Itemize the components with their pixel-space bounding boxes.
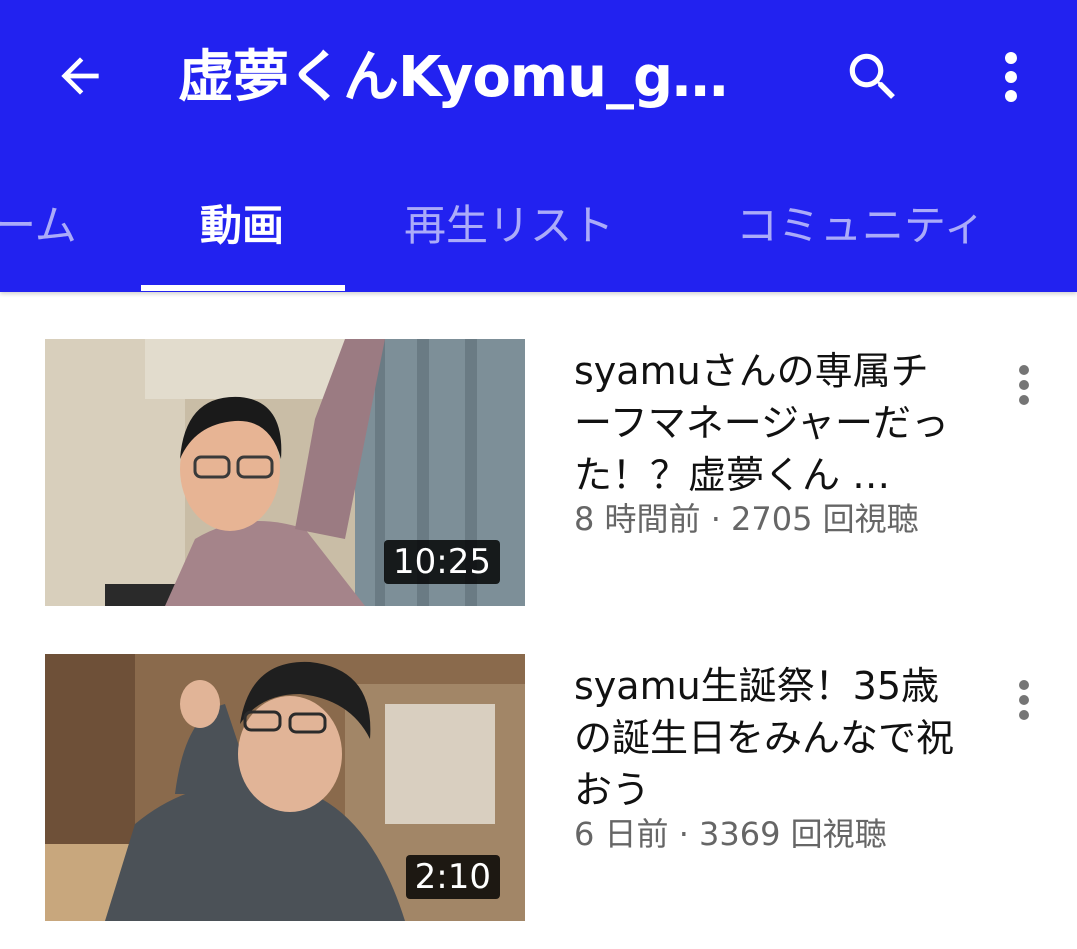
video-list-item[interactable]: 2:10 syamu生誕祭！35歳の誕生日をみんなで祝おう 6 日前 · 336…: [0, 654, 1077, 924]
more-vertical-icon: [1019, 680, 1029, 720]
video-list-item[interactable]: 10:25 syamuさんの専属チーフマネージャーだった！？虚夢くん … 8 時…: [0, 339, 1077, 609]
tab-videos[interactable]: 動画: [200, 190, 284, 262]
tab-home[interactable]: ーム: [0, 190, 77, 262]
arrow-back-icon: [61, 57, 99, 95]
video-duration: 2:10: [405, 855, 500, 899]
video-thumbnail[interactable]: 10:25: [45, 339, 525, 606]
video-thumbnail[interactable]: 2:10: [45, 654, 525, 921]
more-options-button[interactable]: [990, 46, 1032, 108]
search-button[interactable]: [842, 46, 904, 108]
video-action-menu-button[interactable]: [1004, 361, 1044, 409]
app-bar: 虚夢くんKyomu_gamer ーム 動画 再生リスト コミュニティ: [0, 0, 1077, 292]
more-vertical-icon: [1005, 52, 1017, 102]
channel-tabs: ーム 動画 再生リスト コミュニティ: [0, 160, 1077, 292]
video-action-menu-button[interactable]: [1004, 676, 1044, 724]
video-metadata: 6 日前 · 3369 回視聴: [574, 815, 887, 853]
tab-community[interactable]: コミュニティ: [736, 190, 985, 262]
video-metadata: 8 時間前 · 2705 回視聴: [574, 500, 919, 538]
video-duration: 10:25: [384, 540, 500, 584]
video-title[interactable]: syamu生誕祭！35歳の誕生日をみんなで祝おう: [574, 660, 964, 816]
more-vertical-icon: [1019, 365, 1029, 405]
tab-playlists[interactable]: 再生リスト: [404, 190, 614, 262]
video-title[interactable]: syamuさんの専属チーフマネージャーだった！？虚夢くん …: [574, 345, 964, 501]
back-button[interactable]: [52, 48, 108, 104]
search-icon: [849, 53, 895, 99]
channel-title: 虚夢くんKyomu_gamer: [178, 45, 748, 110]
active-tab-indicator: [141, 285, 345, 291]
youtube-channel-screen: 虚夢くんKyomu_gamer ーム 動画 再生リスト コミュニティ: [0, 0, 1077, 949]
